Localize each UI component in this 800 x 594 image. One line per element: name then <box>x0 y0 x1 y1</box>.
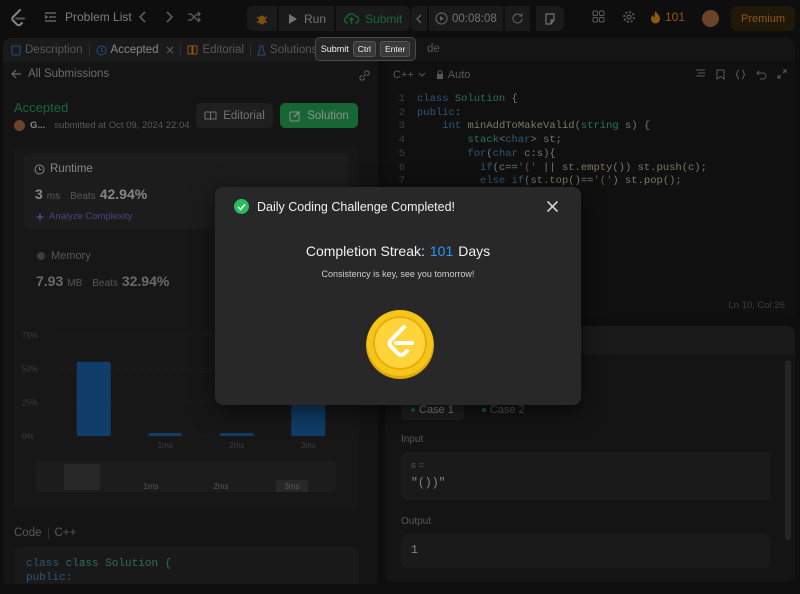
completion-streak: Completion Streak: 101 Days <box>215 243 581 259</box>
tooltip-label: Submit <box>320 44 349 54</box>
check-circle-icon <box>234 199 249 214</box>
streak-unit: Days <box>458 243 491 259</box>
kbd-ctrl: Ctrl <box>352 41 376 57</box>
kbd-enter: Enter <box>379 41 411 57</box>
close-icon[interactable] <box>546 200 559 213</box>
leetcoin-icon <box>365 308 435 380</box>
streak-label: Completion Streak: <box>305 243 425 259</box>
modal-title: Daily Coding Challenge Completed! <box>257 199 456 214</box>
submit-shortcut-tooltip: Submit Ctrl Enter <box>315 37 416 61</box>
bottom-strip <box>0 584 800 594</box>
daily-challenge-modal: Daily Coding Challenge Completed! Comple… <box>215 187 581 405</box>
modal-header: Daily Coding Challenge Completed! <box>234 199 455 214</box>
streak-value: 101 <box>429 243 454 259</box>
modal-message: Consistency is key, see you tomorrow! <box>321 269 475 279</box>
